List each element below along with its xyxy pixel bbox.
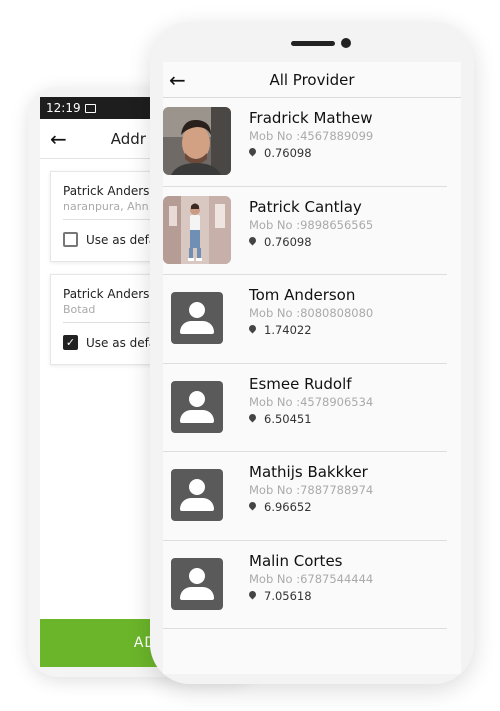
provider-avatar-placeholder xyxy=(163,461,231,529)
provider-distance: 0.76098 xyxy=(249,235,373,249)
person-placeholder-icon xyxy=(171,469,223,521)
person-placeholder-icon xyxy=(171,292,223,344)
default-checkbox[interactable] xyxy=(63,232,78,247)
provider-row[interactable]: Malin Cortes Mob No :6787544444 7.05618 xyxy=(163,541,447,629)
person-placeholder-icon xyxy=(171,557,223,610)
provider-distance-value: 0.76098 xyxy=(264,234,312,249)
provider-screen: All Provider ← Fradrick Mathew Mob No:4… xyxy=(163,62,461,674)
provider-name: Patrick Cantlay xyxy=(249,197,362,216)
back-arrow-icon[interactable]: ← xyxy=(169,70,186,90)
provider-name: Malin Cortes xyxy=(249,551,343,570)
provider-mobile: Mob No :7887788974 xyxy=(249,483,374,497)
provider-name: Mathijs Bakkker xyxy=(249,463,368,481)
provider-mobile: Mob No :9898656565 xyxy=(249,217,374,232)
provider-distance: 1.74022 xyxy=(249,323,373,337)
provider-info: Malin Cortes Mob No :6787544444 7.05618 xyxy=(249,550,373,603)
provider-distance: 7.05618 xyxy=(249,589,373,603)
provider-row[interactable]: Tom Anderson Mob No :8080808080 1.74022 xyxy=(163,275,447,364)
location-pin-icon xyxy=(249,148,256,158)
provider-row[interactable]: Mathijs Bakkker Mob No :7887788974 6.966… xyxy=(163,452,447,541)
location-pin-icon xyxy=(249,237,256,247)
provider-avatar-photo xyxy=(163,195,231,264)
phone-speaker xyxy=(291,41,335,46)
provider-avatar-photo xyxy=(163,107,231,175)
provider-name: Esmee Rudolf xyxy=(249,374,352,393)
back-arrow-icon[interactable]: ← xyxy=(50,129,67,149)
address-title: Addr xyxy=(110,129,146,148)
provider-row[interactable]: Patrick Cantlay Mob No :9898656565 0.760… xyxy=(163,187,447,275)
provider-info: Fradrick Mathew Mob No :4567889099 0.760… xyxy=(249,107,373,160)
location-pin-icon xyxy=(249,502,256,512)
provider-distance: 0.76098 xyxy=(249,146,373,160)
provider-info: Mathijs Bakkker Mob No :7887788974 6.966… xyxy=(249,461,373,514)
provider-name: Fradrick Mathew xyxy=(249,109,373,127)
provider-distance-value: 6.50451 xyxy=(264,411,312,426)
provider-distance-value: 1.74022 xyxy=(264,323,312,337)
provider-row[interactable]: Fradrick Mathew Mob No :4567889099 0.760… xyxy=(163,98,447,187)
provider-mobile: Mob No :8080808080 xyxy=(249,306,374,320)
provider-mobile: Mob No :4578906534 xyxy=(249,394,374,409)
provider-info: Esmee Rudolf Mob No :4578906534 6.50451 xyxy=(249,373,373,426)
front-phone: All Provider ← Fradrick Mathew Mob No:4… xyxy=(150,22,474,684)
provider-avatar-placeholder xyxy=(163,284,231,352)
provider-info: Tom Anderson Mob No :8080808080 1.74022 xyxy=(249,284,373,337)
person-placeholder-icon xyxy=(171,380,223,433)
image-notification-icon xyxy=(84,103,96,113)
phone-camera xyxy=(341,38,351,48)
page-title: All Provider xyxy=(269,70,355,89)
woman-photo-icon xyxy=(163,195,231,264)
location-pin-icon xyxy=(249,591,256,601)
mockup-stage: 12:19 ← Addr Patrick Anders naranpura, A… xyxy=(0,0,500,711)
provider-header: All Provider ← xyxy=(163,62,461,98)
provider-distance-value: 0.76098 xyxy=(264,146,312,160)
provider-distance: 6.96652 xyxy=(249,500,373,514)
provider-list: Fradrick Mathew Mob No :4567889099 0.760… xyxy=(163,98,461,629)
provider-info: Patrick Cantlay Mob No :9898656565 0.760… xyxy=(249,196,373,249)
provider-mobile: Mob No :4567889099 xyxy=(249,129,374,143)
provider-avatar-placeholder xyxy=(163,550,231,618)
location-pin-icon xyxy=(249,325,256,335)
provider-row[interactable]: Esmee Rudolf Mob No :4578906534 6.50451 xyxy=(163,364,447,452)
provider-mobile: Mob No :6787544444 xyxy=(249,571,374,586)
status-time: 12:19 xyxy=(46,101,81,115)
location-pin-icon xyxy=(249,414,256,424)
provider-distance: 6.50451 xyxy=(249,412,373,426)
provider-avatar-placeholder xyxy=(163,373,231,441)
man-photo-icon xyxy=(163,107,231,175)
provider-distance-value: 6.96652 xyxy=(264,500,312,514)
default-checkbox-checked[interactable]: ✓ xyxy=(63,335,78,350)
provider-distance-value: 7.05618 xyxy=(264,588,312,603)
provider-name: Tom Anderson xyxy=(249,286,356,304)
